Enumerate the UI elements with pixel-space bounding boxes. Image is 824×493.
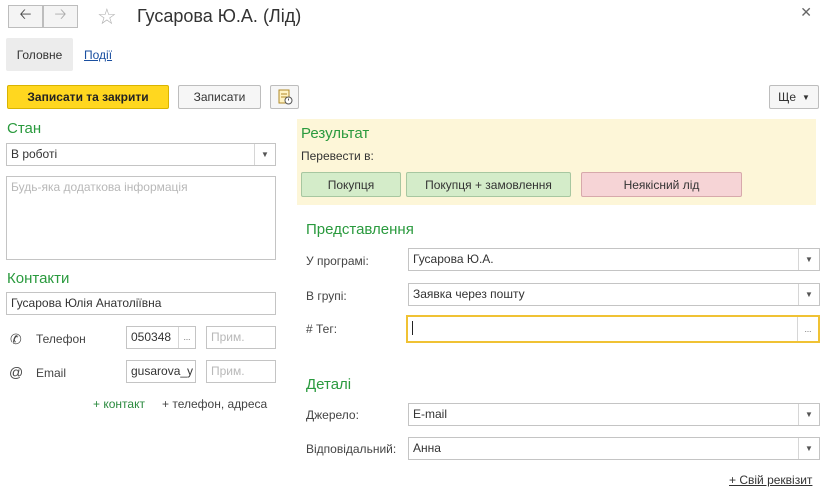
star-icon[interactable]: ☆ bbox=[97, 4, 117, 30]
save-and-close-button[interactable]: Записати та закрити bbox=[7, 85, 169, 109]
chevron-down-icon[interactable]: ▼ bbox=[798, 404, 819, 425]
source-select[interactable]: E-mail ▼ bbox=[408, 403, 820, 426]
report-button[interactable] bbox=[270, 85, 299, 109]
phone-note-placeholder: Прим. bbox=[211, 330, 245, 344]
phone-note-field[interactable]: Прим. bbox=[206, 326, 276, 349]
source-label: Джерело: bbox=[306, 408, 359, 422]
phone-value: 050348 bbox=[131, 330, 172, 344]
group-value: Заявка через пошту bbox=[413, 287, 525, 301]
report-icon bbox=[278, 89, 292, 105]
tag-input[interactable]: ... bbox=[406, 315, 820, 343]
chevron-down-icon[interactable]: ▼ bbox=[798, 284, 819, 305]
tab-events[interactable]: Події bbox=[84, 48, 112, 62]
save-button[interactable]: Записати bbox=[178, 85, 261, 109]
convert-purchase-button[interactable]: Покупця bbox=[301, 172, 401, 197]
phone-label: Телефон bbox=[36, 332, 86, 346]
details-section-title: Деталі bbox=[306, 376, 352, 393]
more-label: Ще bbox=[778, 90, 796, 104]
email-value: gusarova_y bbox=[131, 364, 194, 378]
add-contact-link[interactable]: + контакт bbox=[93, 397, 145, 411]
phone-icon: ✆ bbox=[10, 331, 22, 347]
more-button[interactable]: Ще ▼ bbox=[769, 85, 819, 109]
arrow-left-icon: 🡠 bbox=[19, 6, 32, 23]
responsible-select[interactable]: Анна ▼ bbox=[408, 437, 820, 460]
page-title: Гусарова Ю.А. (Лід) bbox=[137, 6, 302, 26]
result-section-title: Результат bbox=[301, 125, 370, 142]
contact-name-field[interactable]: Гусарова Юлія Анатоліївна bbox=[6, 292, 276, 315]
convert-purchase-order-button[interactable]: Покупця + замовлення bbox=[406, 172, 571, 197]
arrow-right-icon: 🡢 bbox=[54, 6, 67, 23]
text-cursor bbox=[412, 320, 413, 335]
in-program-label: У програмі: bbox=[306, 254, 369, 268]
email-note-field[interactable]: Прим. bbox=[206, 360, 276, 383]
in-program-value: Гусарова Ю.А. bbox=[413, 252, 494, 266]
forward-button[interactable]: 🡢 bbox=[43, 5, 78, 28]
group-label: В групі: bbox=[306, 289, 347, 303]
group-select[interactable]: Заявка через пошту ▼ bbox=[408, 283, 820, 306]
convert-label: Перевести в: bbox=[301, 149, 374, 163]
add-phone-address-link[interactable]: + телефон, адреса bbox=[162, 397, 267, 411]
chevron-down-icon[interactable]: ▼ bbox=[798, 249, 819, 270]
status-value: В роботі bbox=[11, 147, 58, 161]
chevron-down-icon[interactable]: ▼ bbox=[254, 144, 275, 165]
responsible-value: Анна bbox=[413, 441, 441, 455]
chevron-down-icon: ▼ bbox=[802, 92, 810, 102]
phone-field[interactable]: 050348 ... bbox=[126, 326, 196, 349]
email-note-placeholder: Прим. bbox=[211, 364, 245, 378]
additional-info-textarea[interactable]: Будь-яка додаткова інформація bbox=[6, 176, 276, 260]
add-attribute-link[interactable]: + Свій реквізит bbox=[729, 473, 812, 487]
tag-label: # Тег: bbox=[306, 322, 338, 336]
contacts-section-title: Контакти bbox=[7, 270, 70, 287]
contact-name-value: Гусарова Юлія Анатоліївна bbox=[11, 296, 162, 310]
additional-info-placeholder: Будь-яка додаткова інформація bbox=[11, 180, 188, 194]
source-value: E-mail bbox=[413, 407, 448, 421]
state-section-title: Стан bbox=[7, 120, 42, 137]
bad-lead-button[interactable]: Неякісний лід bbox=[581, 172, 742, 197]
responsible-label: Відповідальний: bbox=[306, 442, 397, 456]
email-label: Email bbox=[36, 366, 67, 380]
in-program-select[interactable]: Гусарова Ю.А. ▼ bbox=[408, 248, 820, 271]
at-icon: @ bbox=[9, 364, 24, 380]
back-button[interactable]: 🡠 bbox=[8, 5, 43, 28]
tab-main[interactable]: Головне bbox=[6, 38, 73, 71]
close-icon[interactable]: ✕ bbox=[800, 4, 812, 21]
ellipsis-icon[interactable]: ... bbox=[797, 317, 818, 341]
email-field[interactable]: gusarova_y bbox=[126, 360, 196, 383]
representation-section-title: Представлення bbox=[306, 221, 414, 238]
chevron-down-icon[interactable]: ▼ bbox=[798, 438, 819, 459]
ellipsis-icon[interactable]: ... bbox=[178, 327, 195, 348]
status-select[interactable]: В роботі ▼ bbox=[6, 143, 276, 166]
